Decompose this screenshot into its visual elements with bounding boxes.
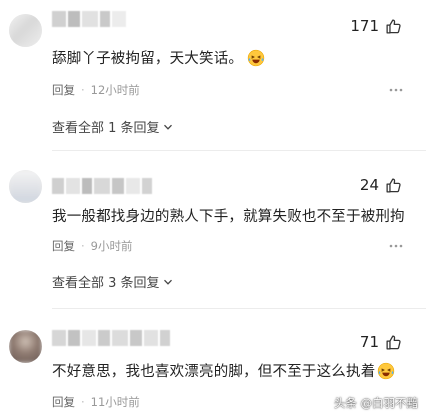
like-count: 71 [359, 333, 379, 351]
view-all-replies-link[interactable]: 查看全部 1 条回复 [52, 117, 173, 136]
like-count: 171 [350, 17, 379, 35]
like-control[interactable]: 71 [360, 333, 402, 351]
comment-item: 171 舔脚丫子被拘留，天大笑话。 回复 · 12小时前 查看全部 1 条回复 [0, 0, 426, 140]
reply-button[interactable]: 回复 [52, 394, 75, 410]
comment-text: 不好意思，我也喜欢漂亮的脚，但不至于这么执着 [52, 360, 395, 381]
like-control[interactable]: 24 [360, 176, 402, 194]
comment-meta: 回复 · 11小时前 [52, 394, 140, 410]
chevron-down-icon [163, 279, 172, 285]
thumbs-up-icon[interactable] [385, 18, 402, 35]
divider [52, 150, 426, 151]
like-count: 24 [359, 176, 379, 194]
view-all-replies-label: 查看全部 1 条回复 [52, 121, 160, 136]
reply-button[interactable]: 回复 [52, 238, 75, 254]
comment-text: 我一般都找身边的熟人下手，就算失败也不至于被刑拘 [52, 205, 405, 226]
more-options-icon[interactable] [388, 82, 404, 98]
comment-text: 舔脚丫子被拘留，天大笑话。 [52, 47, 265, 68]
separator-dot: · [81, 239, 85, 253]
thumbs-up-icon[interactable] [385, 177, 402, 194]
separator-dot: · [81, 395, 85, 409]
separator-dot: · [81, 83, 85, 97]
username-redacted[interactable] [52, 178, 152, 194]
timestamp: 12小时前 [90, 83, 140, 97]
comment-meta: 回复 · 9小时前 [52, 238, 132, 254]
watermark-text: 头条 @白羽不黯 [333, 396, 418, 410]
comment-text-body: 舔脚丫子被拘留，天大笑话。 [52, 51, 244, 67]
avatar[interactable] [9, 14, 42, 47]
thumbs-up-icon[interactable] [385, 334, 402, 351]
comment-meta: 回复 · 12小时前 [52, 82, 140, 98]
laughing-tears-emoji-icon [378, 362, 395, 379]
username-redacted[interactable] [52, 330, 170, 346]
view-all-replies-link[interactable]: 查看全部 3 条回复 [52, 272, 173, 291]
avatar[interactable] [9, 330, 42, 363]
more-options-icon[interactable] [388, 238, 404, 254]
comment-text-body: 不好意思，我也喜欢漂亮的脚，但不至于这么执着 [52, 364, 376, 380]
chevron-down-icon [163, 124, 172, 130]
divider [52, 308, 426, 309]
laughing-tears-emoji-icon [247, 49, 265, 66]
timestamp: 11小时前 [90, 395, 140, 409]
avatar[interactable] [9, 170, 42, 203]
username-redacted[interactable] [52, 11, 126, 27]
like-control[interactable]: 171 [350, 17, 402, 35]
comment-item: 24 我一般都找身边的熟人下手，就算失败也不至于被刑拘 回复 · 9小时前 查看… [0, 160, 426, 300]
timestamp: 9小时前 [90, 239, 133, 253]
reply-button[interactable]: 回复 [52, 82, 75, 98]
watermark: 头条 @白羽不黯 [334, 395, 418, 411]
view-all-replies-label: 查看全部 3 条回复 [52, 276, 160, 291]
comment-text-body: 我一般都找身边的熟人下手，就算失败也不至于被刑拘 [52, 209, 405, 225]
